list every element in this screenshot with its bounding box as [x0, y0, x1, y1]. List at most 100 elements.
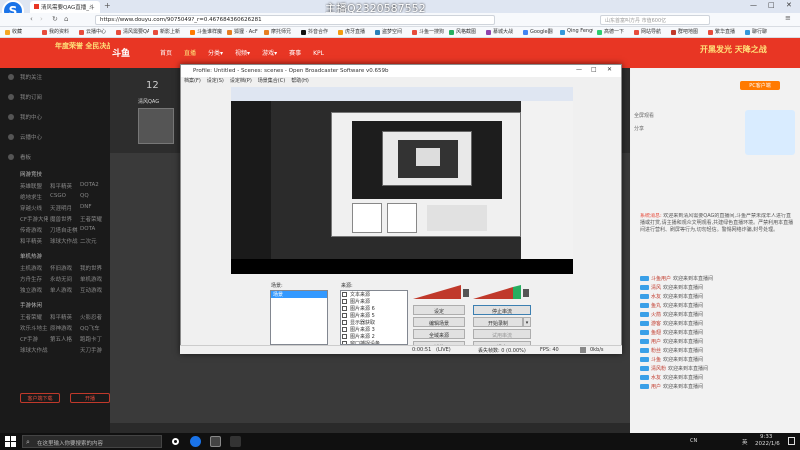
sidebar-game-link[interactable]: 英雄联盟 [20, 182, 48, 190]
sidebar-game-link[interactable]: 第五人格 [50, 335, 78, 343]
chat-username[interactable]: 水友 [651, 375, 661, 381]
chat-username[interactable]: 粉丝 [651, 348, 661, 354]
site-nav-item[interactable]: 分类▾ [208, 48, 223, 57]
taskbar-obs-icon[interactable] [210, 436, 221, 447]
audio-meter-right[interactable] [473, 283, 531, 299]
sidebar-game-link[interactable]: DOTA2 [80, 182, 108, 188]
sidebar-game-link[interactable]: 传奇游戏 [20, 226, 48, 234]
sidebar-bottom-button[interactable]: 客户端下载 [20, 393, 60, 403]
source-item[interactable]: 图片来源 5 [341, 312, 407, 319]
edit-scene-button[interactable]: 编辑场景 [413, 317, 465, 327]
global-sources-button[interactable]: 全域来源 [413, 329, 465, 339]
source-item[interactable]: 图片来源 3 [341, 326, 407, 333]
scenes-list[interactable]: 场景 [270, 290, 328, 345]
site-nav-item[interactable]: 视频▾ [235, 48, 250, 57]
close-button[interactable]: ✕ [786, 1, 792, 9]
forward-icon[interactable]: › [40, 15, 43, 23]
sidebar-game-link[interactable]: 单人游戏 [50, 286, 78, 294]
scene-item[interactable]: 场景 [271, 291, 327, 298]
site-nav-item[interactable]: 首页 [160, 48, 172, 57]
source-item[interactable]: 显示器获取 [341, 319, 407, 326]
sidebar-game-link[interactable]: QQ [80, 193, 108, 199]
bookmark-item[interactable]: 高德一下 [596, 28, 630, 37]
source-item[interactable]: 图片来源 2 [341, 333, 407, 340]
browser-tab[interactable]: 清风需要QAG直播_斗 [30, 1, 100, 13]
bookmark-item[interactable]: 慕城大战 [485, 28, 519, 37]
sidebar-game-link[interactable]: 王者荣耀 [20, 313, 48, 321]
chat-username[interactable]: 游客 [651, 321, 661, 327]
source-item[interactable]: 图片来源 [341, 298, 407, 305]
stop-stream-button[interactable]: 停止串流 [473, 305, 531, 315]
clock-date[interactable]: 2022/1/6 [755, 441, 780, 447]
start-icon[interactable] [5, 436, 16, 447]
bookmark-item[interactable]: 我的资料 [41, 28, 75, 37]
address-bar[interactable]: https://www.douyu.com/9075049?_r=0.46768… [95, 15, 495, 25]
audio-meter-left[interactable] [413, 283, 471, 299]
sidebar-game-link[interactable]: 互动游戏 [80, 286, 108, 294]
sidebar-item[interactable]: 我的关注 [20, 73, 42, 81]
sidebar-game-link[interactable]: QQ飞车 [80, 324, 108, 332]
sidebar-game-link[interactable]: 天刀手游 [80, 346, 108, 354]
source-item[interactable]: 文本来源 [341, 291, 407, 298]
sidebar-game-link[interactable]: 原神游戏 [50, 324, 78, 332]
bookmark-item[interactable]: 摩托师兄 [263, 28, 297, 37]
streamer-avatar[interactable] [138, 108, 174, 144]
bookmark-item[interactable]: 风格截图 [448, 28, 482, 37]
sidebar-game-link[interactable]: 和平精英 [20, 237, 48, 245]
taskbar-browser-icon[interactable] [190, 436, 201, 447]
site-logo[interactable]: 斗鱼 [112, 46, 130, 59]
sidebar-game-link[interactable]: 方舟生存 [20, 275, 48, 283]
pc-client-button[interactable]: PC客户端 [740, 81, 780, 90]
sidebar-game-link[interactable]: 刀塔自走棋 [50, 226, 78, 234]
sidebar-game-link[interactable]: CSGO [50, 193, 78, 199]
bookmark-item[interactable]: 网站导航 [633, 28, 667, 37]
sidebar-game-link[interactable]: CF手游大佬 [20, 215, 48, 223]
bookmark-item[interactable]: 抖音合作 [300, 28, 334, 37]
share-button[interactable]: 分享 [634, 125, 734, 132]
tray-lang[interactable]: CN [690, 438, 697, 444]
sidebar-game-link[interactable]: 跑跑卡丁 [80, 335, 108, 343]
sidebar-item[interactable]: 我的中心 [20, 113, 42, 121]
ime-indicator[interactable]: 英 [742, 438, 748, 446]
sidebar-game-link[interactable]: 王者荣耀 [80, 215, 108, 223]
bookmark-item[interactable]: Google翻 [522, 28, 556, 37]
sidebar-game-link[interactable]: 绝地求生 [20, 193, 48, 201]
chat-username[interactable]: 用户 [651, 384, 661, 390]
chat-username[interactable]: 水友 [651, 294, 661, 300]
obs-menu-item[interactable]: 档案(F) [184, 77, 201, 84]
sidebar-game-link[interactable]: 怀旧游戏 [50, 264, 78, 272]
sidebar-game-link[interactable]: 永劫无间 [50, 275, 78, 283]
notification-icon[interactable] [788, 437, 795, 445]
bookmark-item[interactable]: 收藏 [4, 28, 38, 37]
bookmark-item[interactable]: 斗鱼一搜狗 [411, 28, 445, 37]
sidebar-game-link[interactable]: 和平精英 [50, 313, 78, 321]
record-dropdown-icon[interactable]: ▾ [523, 317, 531, 327]
sidebar-game-link[interactable]: 球球大作战 [50, 237, 78, 245]
sidebar-game-link[interactable]: CF手游 [20, 335, 48, 343]
chat-username[interactable]: 清风 [651, 285, 661, 291]
site-nav-item[interactable]: KPL [313, 50, 324, 57]
bookmark-item[interactable]: 斗鱼谁样魔 [189, 28, 223, 37]
sidebar-bottom-button[interactable]: 开播 [70, 393, 110, 403]
settings-button[interactable]: 设定 [413, 305, 465, 315]
sidebar-item[interactable]: 我的订阅 [20, 93, 42, 101]
bookmark-item[interactable]: 清风需要QA [115, 28, 149, 37]
sidebar-game-link[interactable]: 单机游戏 [80, 275, 108, 283]
sidebar-game-link[interactable]: 火影忍者 [80, 313, 108, 321]
obs-menu-item[interactable]: 设定档(P) [230, 77, 252, 84]
chat-username[interactable]: 鱼丸 [651, 303, 661, 309]
bookmark-item[interactable]: 新影上新 [152, 28, 186, 37]
obs-menu-item[interactable]: 帮助(H) [291, 77, 309, 84]
obs-minimize-button[interactable]: — [576, 66, 582, 73]
chat-username[interactable]: 用户 [651, 339, 661, 345]
fullscreen-button[interactable]: 全屏观看 [634, 112, 734, 119]
sidebar-game-link[interactable]: 独立游戏 [20, 286, 48, 294]
source-item[interactable]: 图片来源 6 [341, 305, 407, 312]
new-tab-button[interactable]: + [104, 1, 111, 10]
obs-maximize-button[interactable]: □ [591, 66, 597, 73]
browser-search-input[interactable]: 山东首富叫方丹 市值600亿 [600, 15, 710, 25]
taskbar-app-icon[interactable] [230, 436, 241, 447]
bookmark-item[interactable]: 盗梦空间 [374, 28, 408, 37]
obs-menu-item[interactable]: 设定(S) [207, 77, 224, 84]
sidebar-game-link[interactable]: 球球大作战 [20, 346, 48, 354]
